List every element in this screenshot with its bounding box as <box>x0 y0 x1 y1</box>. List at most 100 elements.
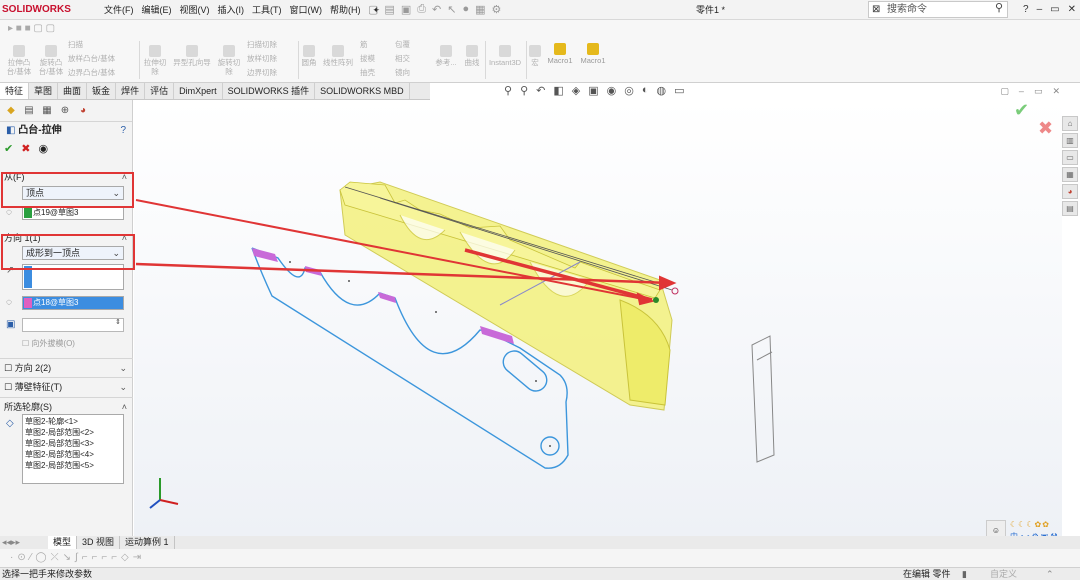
options-icon[interactable]: ⚙ <box>492 3 502 16</box>
apply-scene-icon[interactable]: ◍ <box>657 84 667 97</box>
save-icon[interactable]: ▣ <box>401 3 411 16</box>
tab-addins[interactable]: SOLIDWORKS 插件 <box>223 83 316 99</box>
hide-show-icon[interactable]: ◎ <box>624 84 634 97</box>
sweep-cut-button[interactable]: 扫描切除 <box>247 40 297 49</box>
confirm-cancel-icon[interactable]: ✖ <box>1038 118 1053 139</box>
file-properties-icon[interactable]: ▦ <box>475 3 485 16</box>
list-item[interactable]: 草图2-局部范围<3> <box>25 438 121 449</box>
revolve-boss-button[interactable]: 旋转凸台/基体 <box>36 45 66 76</box>
preview-eye-icon[interactable]: ◉ <box>38 142 48 155</box>
mirror-button[interactable]: 镜向 <box>395 68 429 77</box>
direction2-header[interactable]: ☐ 方向 2(2) ⌄ <box>0 361 133 375</box>
menu-help[interactable]: 帮助(H) <box>326 0 365 20</box>
home-icon[interactable]: ⌂ <box>1062 116 1078 131</box>
zoom-fit-icon[interactable]: ⚲ <box>504 84 512 97</box>
help-icon[interactable]: ? <box>1023 0 1029 20</box>
selected-contours-list[interactable]: 草图2-轮廓<1> 草图2-局部范围<2> 草图2-局部范围<3> 草图2-局部… <box>22 414 124 484</box>
tab-scroll-arrows-icon[interactable]: ◂◂▸▸ <box>0 536 48 549</box>
tab-weldments[interactable]: 焊件 <box>116 83 146 99</box>
view-orientation-icon[interactable]: ▣ <box>588 84 598 97</box>
configuration-manager-icon[interactable]: ▦ <box>40 104 54 118</box>
menu-view[interactable]: 视图(V) <box>176 0 214 20</box>
undo-icon[interactable]: ↶ <box>432 3 441 16</box>
from-vertex-field[interactable]: 点19@草图3 <box>22 206 124 220</box>
display-style-icon[interactable]: ◉ <box>607 84 617 97</box>
macro1-button[interactable]: Macro1 <box>545 43 575 65</box>
menu-file[interactable]: 文件(F) <box>100 0 138 20</box>
tab-mbd[interactable]: SOLIDWORKS MBD <box>315 83 410 99</box>
search-options-icon[interactable]: ⊠ <box>872 2 880 17</box>
tab-sketch[interactable]: 草图 <box>29 83 59 99</box>
cut-extrude-button[interactable]: 拉伸切除 <box>141 45 169 76</box>
shell-button[interactable]: 抽壳 <box>360 68 392 77</box>
draft-angle-spinner[interactable]: ⇕ <box>22 318 124 332</box>
list-item[interactable]: 草图2-局部范围<4> <box>25 449 121 460</box>
dynamic-annotation-icon[interactable]: ◈ <box>572 84 580 97</box>
macro1-second-button[interactable]: Macro1 <box>578 43 608 65</box>
thin-feature-checkbox[interactable]: ☐ <box>4 382 12 392</box>
cancel-icon[interactable]: ✖ <box>21 142 30 155</box>
viewport-maximize-icon[interactable]: ▭ <box>1034 86 1043 97</box>
view-settings-icon[interactable]: ▭ <box>674 84 684 97</box>
linear-pattern-button[interactable]: 线性阵列 <box>320 45 356 67</box>
boundary-cut-button[interactable]: 边界切除 <box>247 68 297 77</box>
dimxpert-manager-icon[interactable]: ⊕ <box>58 104 72 118</box>
tab-motion-study[interactable]: 运动算例 1 <box>120 536 175 549</box>
custom-properties-icon[interactable]: ▤ <box>1062 201 1078 216</box>
curves-button[interactable]: 曲线 <box>461 45 483 67</box>
intersect-button[interactable]: 相交 <box>395 54 429 63</box>
section-view-icon[interactable]: ◧ <box>553 84 563 97</box>
list-item[interactable]: 草图2-轮廓<1> <box>25 416 121 427</box>
viewport-minimize-icon[interactable]: – <box>1019 86 1024 97</box>
thin-feature-header[interactable]: ☐ 薄壁特征(T) ⌄ <box>0 380 133 394</box>
previous-view-icon[interactable]: ↶ <box>536 84 545 97</box>
reference-geometry-button[interactable]: 参考... <box>433 45 459 67</box>
direction2-checkbox[interactable]: ☐ <box>4 363 12 373</box>
ok-icon[interactable]: ✔ <box>4 142 13 155</box>
checkbox-icon[interactable]: ☐ <box>22 339 29 348</box>
selected-contours-header[interactable]: 所选轮廓(S) ˄ <box>0 400 133 414</box>
chevron-up-icon[interactable]: ˄ <box>122 400 127 414</box>
menu-window[interactable]: 窗口(W) <box>286 0 327 20</box>
tab-evaluate[interactable]: 评估 <box>145 83 175 99</box>
chevron-down-icon[interactable]: ⌄ <box>119 380 127 394</box>
flyout-feature-tree[interactable]: ◆ 零件1 (默认) <box>146 103 205 116</box>
wrap-button[interactable]: 包覆 <box>395 40 429 49</box>
menu-edit[interactable]: 编辑(E) <box>138 0 176 20</box>
fillet-button[interactable]: 圆角 <box>300 45 318 67</box>
appearances-icon[interactable]: ◕ <box>1062 184 1078 199</box>
tab-dimxpert[interactable]: DimXpert <box>174 83 223 99</box>
sweep-button[interactable]: 扫描 <box>68 40 138 49</box>
instant3d-button[interactable]: Instant3D <box>487 45 523 67</box>
loft-cut-button[interactable]: 放样切除 <box>247 54 297 63</box>
rib-button[interactable]: 筋 <box>360 40 392 49</box>
minimize-icon[interactable]: – <box>1037 0 1043 20</box>
boss-extrude-button[interactable]: 拉伸凸台/基体 <box>4 45 34 76</box>
file-explorer-icon[interactable]: ▭ <box>1062 150 1078 165</box>
tab-sheet-metal[interactable]: 钣金 <box>87 83 117 99</box>
draft-icon[interactable]: ▣ <box>6 319 15 330</box>
hole-wizard-button[interactable]: 异型孔向导 <box>171 45 213 67</box>
status-units[interactable]: 自定义 <box>990 568 1017 580</box>
tab-3d-views[interactable]: 3D 视图 <box>77 536 121 549</box>
loft-boss-button[interactable]: 放样凸台/基体 <box>68 54 138 63</box>
new-icon[interactable]: ▢ <box>368 3 378 16</box>
menu-insert[interactable]: 插入(I) <box>214 0 249 20</box>
draft-outward-checkbox[interactable]: ☐ 向外拔模(O) <box>22 338 75 349</box>
tab-features[interactable]: 特征 <box>0 83 30 99</box>
feature-manager-icon[interactable]: ◆ <box>4 104 18 118</box>
help-icon[interactable]: ? <box>120 122 126 140</box>
viewport-close-icon[interactable]: ✕ <box>1052 86 1060 97</box>
close-icon[interactable]: ✕ <box>1068 0 1076 20</box>
rebuild-icon[interactable]: ● <box>462 3 469 16</box>
zoom-area-icon[interactable]: ⚲ <box>520 84 528 97</box>
list-item[interactable]: 草图2-局部范围<2> <box>25 427 121 438</box>
tab-model[interactable]: 模型 <box>48 536 78 549</box>
chevron-down-icon[interactable]: ⌄ <box>119 361 127 375</box>
list-item[interactable]: 草图2-局部范围<5> <box>25 460 121 471</box>
property-manager-icon[interactable]: ▤ <box>22 104 36 118</box>
spinner-arrows-icon[interactable]: ⇕ <box>115 318 121 326</box>
revolve-cut-button[interactable]: 旋转切除 <box>215 45 243 76</box>
design-library-icon[interactable]: ▥ <box>1062 133 1078 148</box>
draft-button[interactable]: 拔模 <box>360 54 392 63</box>
